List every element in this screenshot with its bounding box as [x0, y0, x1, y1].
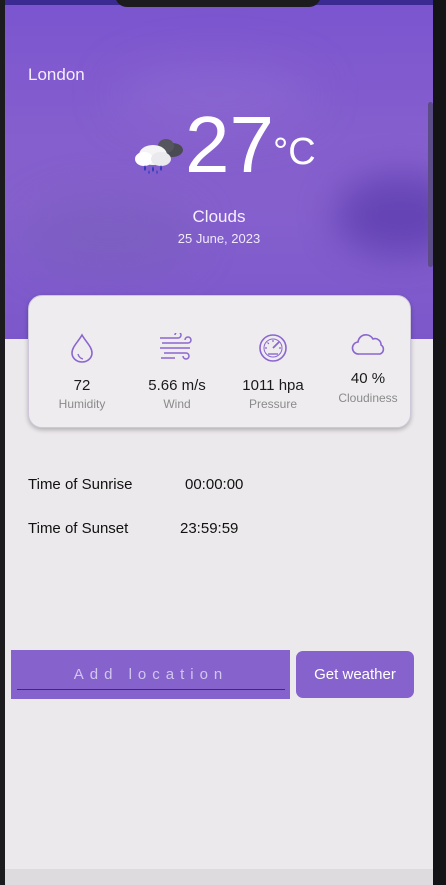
cloud-rain-icon [135, 139, 183, 174]
sunset-value: 23:59:59 [180, 520, 239, 537]
gauge-icon [259, 334, 287, 362]
weather-header: London 27 °C Clouds 25 June, 2023 [5, 5, 433, 339]
device-bezel [433, 0, 446, 885]
stat-value: 5.66 m/s [148, 377, 206, 394]
droplet-icon [71, 333, 93, 363]
cloud-icon [351, 334, 385, 355]
stat-label: Pressure [248, 397, 298, 411]
temperature-unit: °C [273, 131, 316, 173]
stat-cloudiness: 40 % Cloudiness [320, 296, 416, 429]
stat-wind: 5.66 m/s Wind [129, 296, 225, 429]
sunrise-label: Time of Sunrise [28, 476, 133, 493]
stat-value: 40 % [350, 370, 386, 387]
location-input-container [11, 650, 290, 699]
stat-label: Humidity [58, 397, 106, 411]
sunset-label: Time of Sunset [28, 520, 129, 537]
bottom-bar [5, 869, 433, 885]
stat-pressure: 1011 hpa Pressure [225, 296, 321, 429]
device-notch [115, 0, 321, 7]
get-weather-button[interactable]: Get weather [296, 651, 414, 698]
weather-date: 25 June, 2023 [177, 231, 261, 246]
location-input[interactable] [17, 660, 285, 690]
stat-value: 72 [73, 377, 91, 394]
temperature-value: 27 [185, 100, 274, 189]
sunrise-value: 00:00:00 [185, 476, 244, 493]
city-name: London [28, 65, 85, 84]
wind-icon [160, 333, 192, 360]
stat-label: Wind [163, 397, 191, 411]
app-screen: London 27 °C Clouds 25 June, 2023 72 Hum… [5, 0, 433, 885]
weather-condition: Clouds [192, 207, 246, 226]
stat-label: Cloudiness [338, 391, 398, 405]
stat-value: 1011 hpa [242, 377, 304, 394]
stat-humidity: 72 Humidity [34, 296, 130, 429]
weather-stats-card: 72 Humidity 5.66 m/s Wind 1011 hpa Press… [28, 295, 411, 428]
